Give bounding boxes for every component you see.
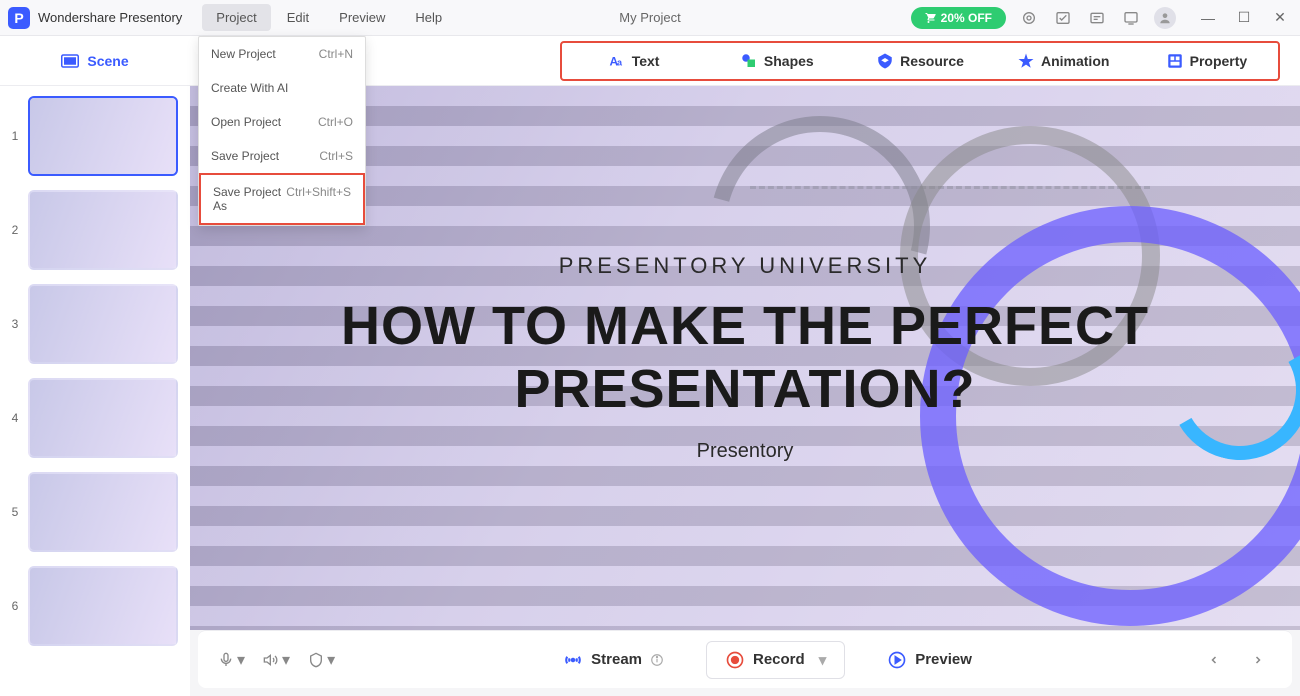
info-icon [650,653,664,667]
slide-subtitle: PRESENTORY UNIVERSITY [559,253,932,279]
animation-icon [1017,52,1035,70]
dd-new-project[interactable]: New ProjectCtrl+N [199,37,365,71]
user-avatar[interactable] [1154,7,1176,29]
slide-thumb-5[interactable]: 5 [8,472,182,552]
chevron-down-icon: ▾ [819,651,827,669]
mic-icon [218,652,234,668]
tab-text[interactable]: Aa Text [562,43,705,79]
resource-icon [876,52,894,70]
project-dropdown: New ProjectCtrl+N Create With AI Open Pr… [198,36,366,226]
dd-create-ai[interactable]: Create With AI [199,71,365,105]
next-slide-button[interactable] [1244,646,1272,674]
chevron-down-icon: ▾ [327,650,335,670]
mic-control[interactable]: ▾ [218,650,245,670]
inbox-icon[interactable] [1052,7,1074,29]
menu-edit[interactable]: Edit [273,4,323,31]
menu-help[interactable]: Help [401,4,456,31]
menu-preview[interactable]: Preview [325,4,399,31]
chevron-down-icon: ▾ [282,650,290,670]
slide-thumb-4[interactable]: 4 [8,378,182,458]
slide-thumb-6[interactable]: 6 [8,566,182,646]
app-name: Wondershare Presentory [38,10,182,25]
project-title: My Project [619,10,680,25]
stream-icon [563,650,583,670]
promo-button[interactable]: 20% OFF [911,7,1006,29]
play-icon [887,650,907,670]
slide-author: Presentory [697,440,794,463]
main-area: 1 2 3 4 5 6 PRESENTORY UNIVERSITY HOW TO… [0,86,1300,696]
target-icon[interactable] [1018,7,1040,29]
stream-button[interactable]: Stream [545,642,682,678]
message-icon[interactable] [1086,7,1108,29]
text-icon: Aa [608,52,626,70]
main-menu: Project Edit Preview Help [202,4,456,31]
slide-sidebar: 1 2 3 4 5 6 [0,86,190,696]
titlebar-right: 20% OFF — ☐ ✕ [911,6,1292,30]
close-button[interactable]: ✕ [1268,6,1292,30]
shapes-icon [740,52,758,70]
menu-project[interactable]: Project [202,4,270,31]
slide-thumb-3[interactable]: 3 [8,284,182,364]
titlebar: P Wondershare Presentory Project Edit Pr… [0,0,1300,36]
tab-animation[interactable]: Animation [992,43,1135,79]
screen-icon[interactable] [1120,7,1142,29]
record-button[interactable]: Record ▾ [706,641,845,679]
speaker-control[interactable]: ▾ [263,650,290,670]
tab-resource[interactable]: Resource [848,43,991,79]
dd-save-project[interactable]: Save ProjectCtrl+S [199,139,365,173]
chevron-right-icon [1252,654,1264,666]
slide-title: HOW TO MAKE THE PERFECT PRESENTATION? [341,295,1149,419]
property-icon [1166,52,1184,70]
slide-thumb-1[interactable]: 1 [8,96,182,176]
scene-icon [61,54,79,68]
tab-shapes[interactable]: Shapes [705,43,848,79]
app-logo: P [8,7,30,29]
speaker-icon [263,652,279,668]
dd-save-project-as[interactable]: Save Project AsCtrl+Shift+S [199,173,365,225]
slide-thumb-2[interactable]: 2 [8,190,182,270]
bottom-bar: ▾ ▾ ▾ Stream Record ▾ Preview [198,630,1292,688]
scene-button[interactable]: Scene [0,53,190,69]
svg-text:a: a [617,57,623,67]
maximize-button[interactable]: ☐ [1232,6,1256,30]
record-icon [725,650,745,670]
chevron-left-icon [1208,654,1220,666]
preview-button[interactable]: Preview [869,642,990,678]
cart-icon [925,12,937,24]
toolbar: Scene Import Aa Text Shapes Resource Ani… [0,36,1300,86]
dd-open-project[interactable]: Open ProjectCtrl+O [199,105,365,139]
shield-icon [308,652,324,668]
camera-control[interactable]: ▾ [308,650,335,670]
tool-tabs-highlighted: Aa Text Shapes Resource Animation Proper… [560,41,1280,81]
minimize-button[interactable]: — [1196,6,1220,30]
prev-slide-button[interactable] [1200,646,1228,674]
chevron-down-icon: ▾ [237,650,245,670]
tab-property[interactable]: Property [1135,43,1278,79]
